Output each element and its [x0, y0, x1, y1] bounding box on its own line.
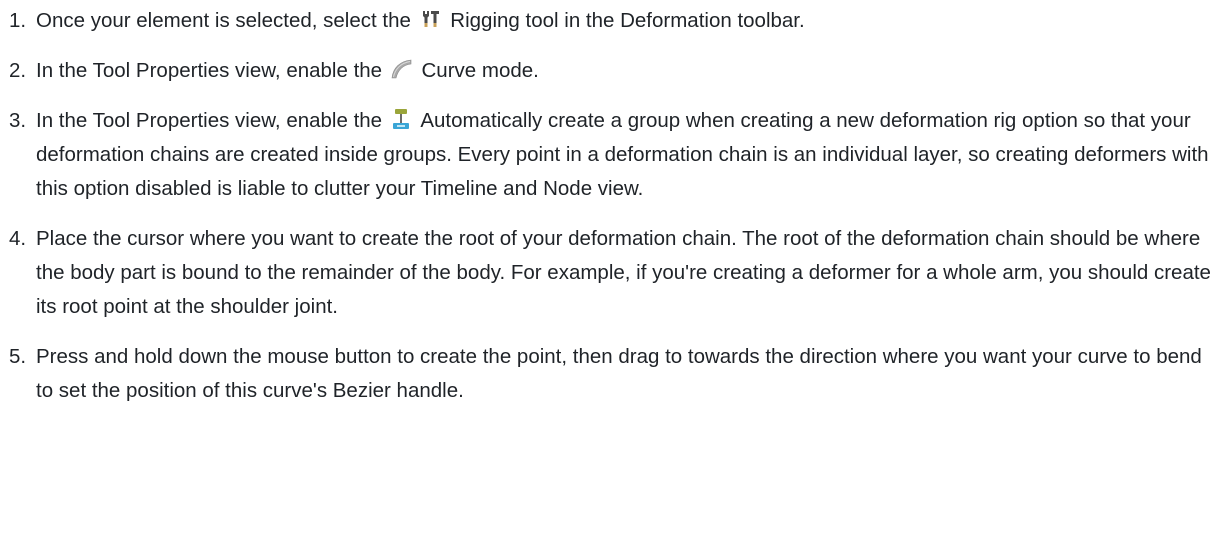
- auto-group-icon: [392, 109, 409, 129]
- rigging-tool-icon: [422, 11, 439, 27]
- step-number: 2.: [9, 59, 27, 82]
- step-number: 4.: [9, 227, 27, 250]
- step-text: Curve mode.: [421, 59, 539, 82]
- step-5: 5. Press and hold down the mouse button …: [0, 340, 1223, 408]
- step-text: Place the cursor where you want to creat…: [36, 227, 1211, 318]
- curve-mode-icon: [391, 59, 412, 79]
- step-1: 1. Once your element is selected, select…: [0, 4, 1223, 38]
- step-3: 3. In the Tool Properties view, enable t…: [0, 104, 1223, 206]
- instruction-list: 1. Once your element is selected, select…: [0, 0, 1223, 408]
- step-number: 3.: [9, 109, 27, 132]
- step-text: Rigging tool in the Deformation toolbar.: [450, 9, 805, 32]
- step-text: In the Tool Properties view, enable the: [36, 59, 383, 82]
- step-text: Press and hold down the mouse button to …: [36, 345, 1202, 402]
- step-4: 4. Place the cursor where you want to cr…: [0, 222, 1223, 324]
- step-2: 2. In the Tool Properties view, enable t…: [0, 54, 1223, 88]
- step-text: In the Tool Properties view, enable the: [36, 109, 383, 132]
- step-number: 5.: [9, 345, 27, 368]
- step-number: 1.: [9, 9, 27, 32]
- step-text: Once your element is selected, select th…: [36, 9, 411, 32]
